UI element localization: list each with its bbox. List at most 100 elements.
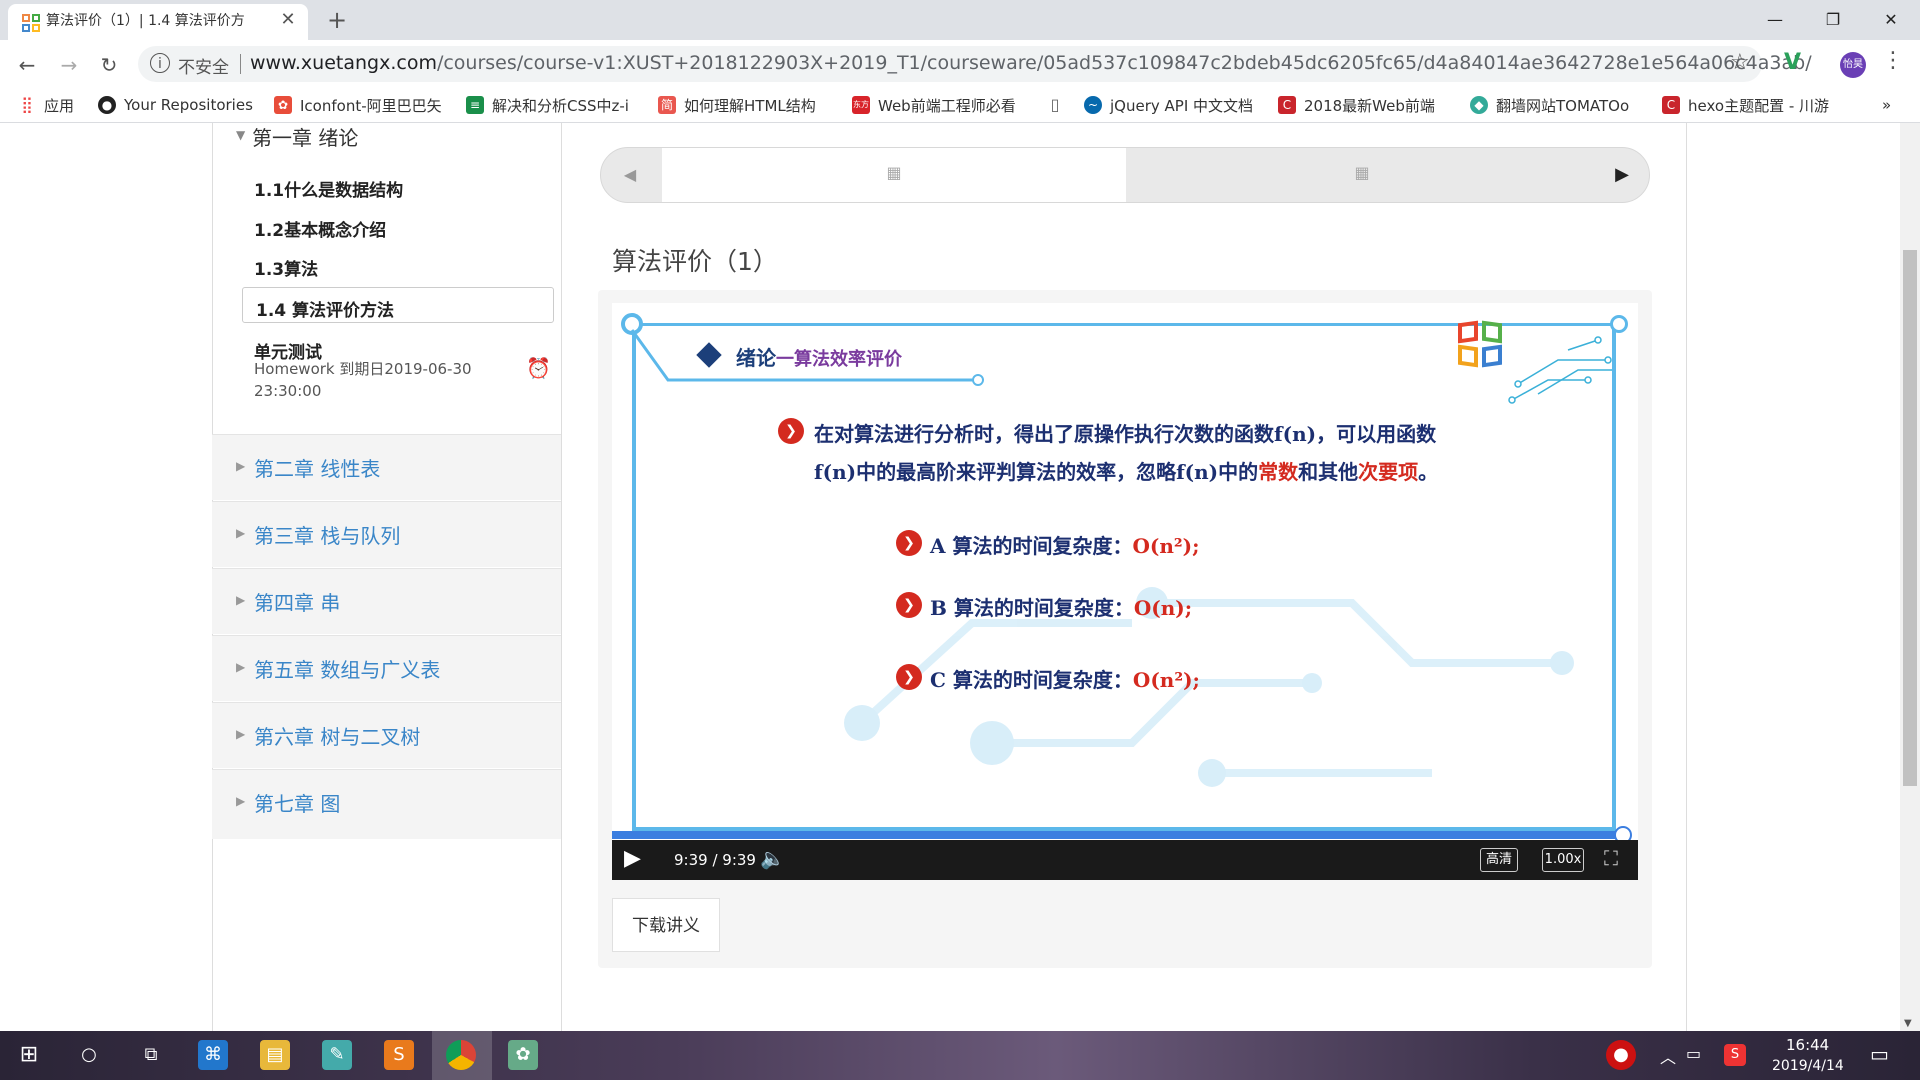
quality-button[interactable]: 高清 — [1480, 848, 1518, 872]
maximize-button[interactable]: ❐ — [1810, 4, 1856, 36]
url-divider — [240, 54, 241, 74]
sublime-icon[interactable]: S — [384, 1040, 414, 1070]
chapter-1-title[interactable]: 第一章 绪论 — [252, 122, 358, 151]
close-window-button[interactable]: ✕ — [1868, 4, 1914, 36]
notepad-icon[interactable]: ✎ — [322, 1040, 352, 1070]
info-icon[interactable]: i — [150, 53, 170, 73]
bookmarks-more-icon[interactable]: » — [1882, 94, 1891, 116]
item-label: B 算法的时间复杂度： — [930, 596, 1134, 620]
play-icon[interactable]: ▶ — [624, 846, 641, 871]
bullet-arrow-icon: ❯ — [896, 530, 922, 556]
lesson-item[interactable]: 1.2基本概念介绍 — [254, 216, 386, 241]
vscode-icon[interactable]: ⌘ — [198, 1040, 228, 1070]
lesson-item[interactable]: 1.1什么是数据结构 — [254, 176, 403, 201]
xuetang-logo-icon — [1458, 320, 1504, 368]
chapter-label: 第五章 数组与广义表 — [254, 658, 441, 682]
sequence-tab-video-1[interactable]: ▦ — [662, 148, 1126, 202]
download-handout-button[interactable]: 下载讲义 — [612, 898, 720, 952]
bookmark-item[interactable]: ▯ — [1046, 94, 1072, 116]
chapter-label: 第三章 栈与队列 — [254, 524, 401, 548]
bookmark-item[interactable]: 简 如何理解HTML结构 — [658, 94, 816, 116]
bookmark-label: 2018最新Web前端 — [1304, 96, 1435, 115]
slide-paragraph-line-2: f(n)中的最高阶来评判算法的效率，忽略f(n)中的常数和其他次要项。 — [814, 456, 1438, 485]
bookmark-item[interactable]: ● Your Repositories — [98, 94, 253, 116]
bookmark-label: Iconfont-阿里巴巴矢 — [300, 96, 442, 115]
chapter-item[interactable]: ▶ 第二章 线性表 — [212, 434, 561, 500]
item-value: O(n); — [1133, 596, 1193, 620]
bookmark-item[interactable]: C hexo主题配置 - 川游 — [1662, 94, 1829, 116]
file-explorer-icon[interactable]: ▤ — [260, 1040, 290, 1070]
jianshu-icon: 简 — [658, 96, 676, 114]
bookmark-label: jQuery API 中文文档 — [1110, 96, 1254, 115]
bookmark-label: 翻墙网站TOMATOo — [1496, 96, 1630, 115]
chrome-icon[interactable] — [446, 1040, 476, 1070]
bookmark-item[interactable]: ⣿ 应用 — [18, 94, 74, 116]
tab-close-icon[interactable]: ✕ — [276, 8, 300, 32]
item-value: O(n²); — [1132, 534, 1200, 558]
lesson-item[interactable]: 1.3算法 — [254, 255, 318, 280]
search-icon[interactable]: ○ — [74, 1040, 104, 1070]
tray-expand-icon[interactable]: ︿ — [1660, 1044, 1676, 1068]
reload-button[interactable]: ↻ — [94, 50, 124, 80]
chevron-right-icon: ▶ — [236, 660, 246, 674]
back-button[interactable]: ← — [12, 50, 42, 80]
csdn-icon: C — [1662, 96, 1680, 114]
chevron-right-icon: ▶ — [236, 794, 246, 808]
film-icon: ▦ — [886, 163, 902, 182]
bookmark-item[interactable]: ✿ Iconfont-阿里巴巴矢 — [274, 94, 442, 116]
film-icon: ▦ — [1354, 163, 1370, 182]
forward-button[interactable]: → — [54, 50, 84, 80]
chapter-item[interactable]: ▶ 第五章 数组与广义表 — [212, 635, 561, 701]
bookmark-label: Your Repositories — [124, 96, 253, 114]
video-progress-bar[interactable] — [612, 831, 1622, 839]
content-border — [1686, 123, 1687, 1031]
chapter-item[interactable]: ▶ 第四章 串 — [212, 568, 561, 634]
apps-icon: ⣿ — [21, 95, 33, 114]
slide-item-b: B 算法的时间复杂度：O(n); — [930, 592, 1192, 621]
text-segment: 和其他 — [1298, 460, 1359, 484]
fullscreen-icon[interactable]: ⛶ — [1604, 846, 1618, 870]
security-tray-icon[interactable]: ● — [1606, 1040, 1636, 1070]
tomato-icon: ◆ — [1470, 96, 1488, 114]
bookmark-item[interactable]: ≡ 解决和分析CSS中z-i — [466, 94, 629, 116]
bookmark-item[interactable]: 东方 Web前端工程师必看 — [852, 94, 1016, 116]
menu-dots-icon[interactable]: ⋮ — [1882, 48, 1904, 73]
bookmark-item[interactable]: ◆ 翻墙网站TOMATOo — [1470, 94, 1629, 116]
url-text[interactable]: www.xuetangx.com/courses/course-v1:XUST+… — [250, 52, 1812, 74]
slide-frame — [632, 323, 1616, 831]
bookmark-item[interactable]: C 2018最新Web前端 — [1278, 94, 1435, 116]
windows-start-icon[interactable]: ⊞ — [14, 1040, 44, 1070]
profile-avatar[interactable]: 怡昊 — [1840, 52, 1866, 78]
bookmark-star-icon[interactable]: ☆ — [1730, 50, 1750, 75]
speed-button[interactable]: 1.00x — [1542, 848, 1584, 872]
chapter-item[interactable]: ▶ 第三章 栈与队列 — [212, 501, 561, 567]
security-label: 不安全 — [178, 58, 229, 78]
paint-icon[interactable]: ✿ — [508, 1040, 538, 1070]
bookmark-item[interactable]: ~ jQuery API 中文文档 — [1084, 94, 1253, 116]
volume-icon[interactable]: 🔈 — [760, 846, 785, 870]
tab-title: 算法评价（1）| 1.4 算法评价方 — [46, 13, 245, 29]
notification-icon[interactable]: ▭ — [1870, 1042, 1889, 1066]
scrollbar-thumb[interactable] — [1903, 250, 1917, 786]
next-unit-icon[interactable]: ▶ — [1604, 158, 1640, 192]
sequence-tab-video-2[interactable]: ▦ — [1126, 148, 1600, 202]
text-segment: f(n)中的最高阶来评判算法的效率，忽略f(n)中的 — [814, 460, 1259, 484]
vue-devtools-icon[interactable]: V — [1784, 50, 1801, 75]
new-tab-button[interactable]: + — [322, 6, 352, 36]
clock-date[interactable]: 2019/4/14 — [1772, 1058, 1844, 1074]
iconfont-icon: ✿ — [274, 96, 292, 114]
url-host: www.xuetangx.com — [250, 52, 437, 74]
sogou-ime-icon[interactable]: S — [1724, 1044, 1746, 1066]
bookmark-label: 解决和分析CSS中z-i — [492, 96, 629, 115]
chapter-label: 第二章 线性表 — [254, 457, 381, 481]
page-icon: ▯ — [1050, 95, 1060, 114]
slide-title-sub: 一算法效率评价 — [776, 349, 902, 370]
chapter-item[interactable]: ▶ 第六章 树与二叉树 — [212, 702, 561, 768]
prev-unit-icon[interactable]: ◀ — [612, 158, 648, 192]
chapter-item[interactable]: ▶ 第七章 图 — [212, 769, 561, 839]
clock-time[interactable]: 16:44 — [1786, 1036, 1829, 1054]
chevron-down-icon: ▼ — [236, 128, 246, 142]
minimize-button[interactable]: — — [1752, 4, 1798, 36]
scroll-down-icon[interactable]: ▼ — [1904, 1018, 1912, 1029]
task-view-icon[interactable]: ⧉ — [136, 1040, 166, 1070]
